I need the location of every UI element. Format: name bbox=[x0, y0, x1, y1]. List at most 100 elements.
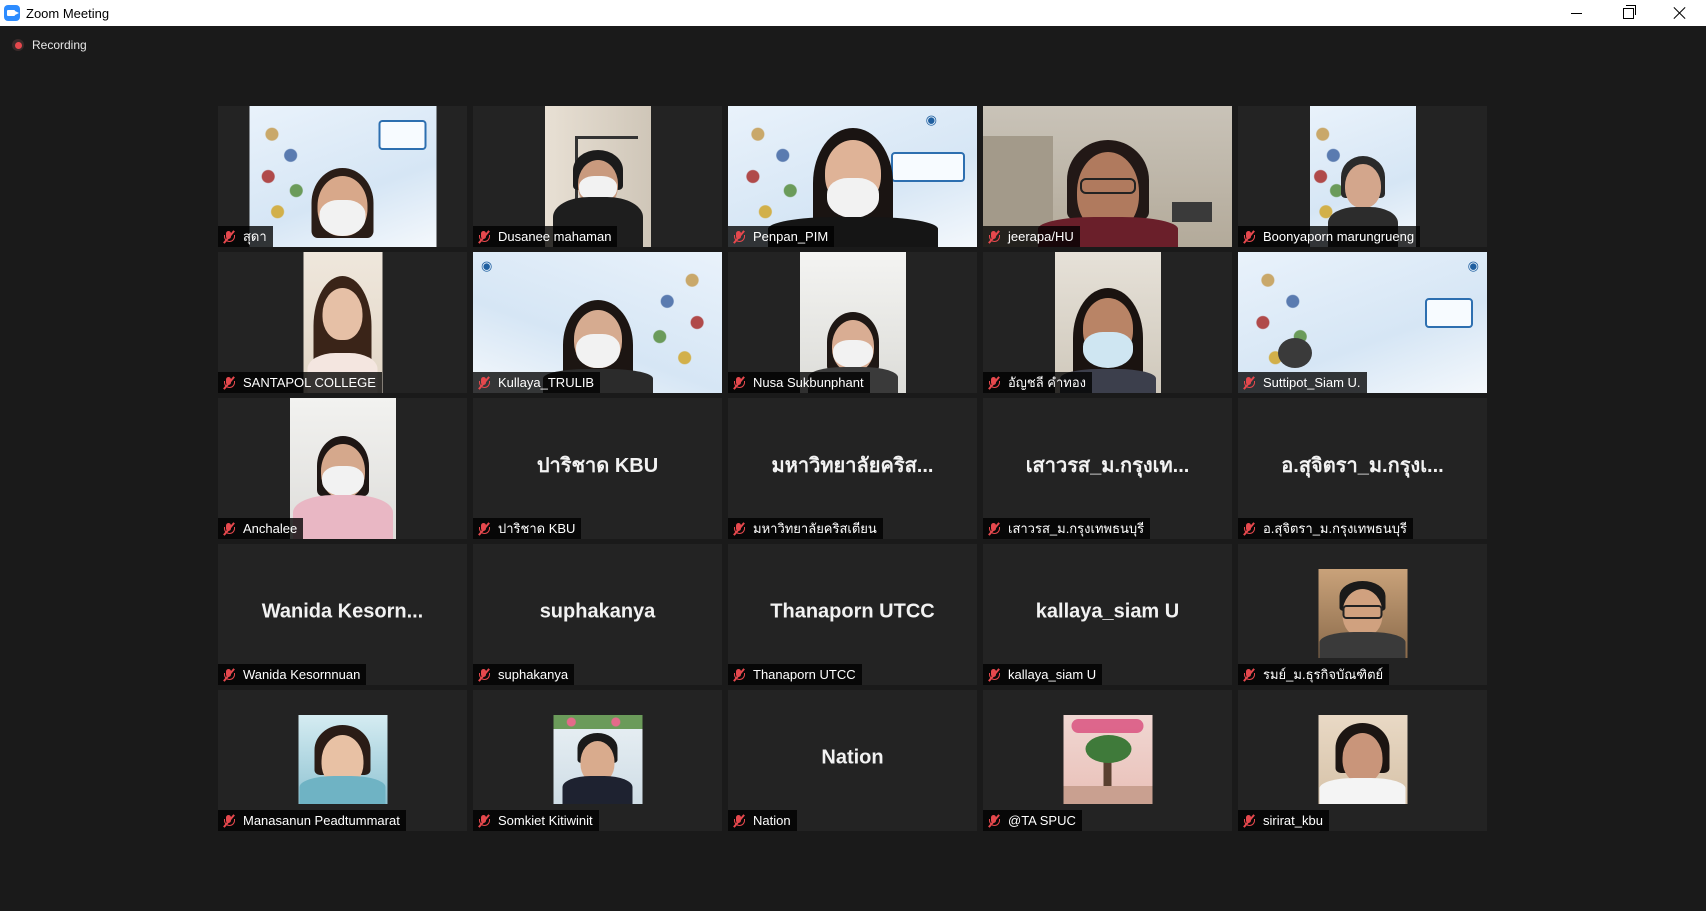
participant-video bbox=[249, 106, 436, 247]
mic-muted-icon bbox=[477, 521, 491, 536]
mic-muted-icon bbox=[1242, 229, 1256, 244]
participant-nameplate: มหาวิทยาลัยคริสเตียน bbox=[728, 518, 883, 539]
participant-nameplate: Kullaya_TRULIB bbox=[473, 372, 601, 393]
participant-name: @TA SPUC bbox=[1008, 813, 1076, 828]
participant-tile[interactable]: อัญชลี คำทอง bbox=[983, 252, 1232, 393]
participant-avatar bbox=[298, 715, 387, 804]
participant-name: Somkiet Kitiwinit bbox=[498, 813, 593, 828]
mic-muted-icon bbox=[987, 229, 1001, 244]
participant-tile[interactable]: ปาริชาด KBU ปาริชาด KBU bbox=[473, 398, 722, 539]
mic-muted-icon bbox=[477, 229, 491, 244]
participant-tile[interactable]: Nusa Sukbunphant bbox=[728, 252, 977, 393]
participant-tile[interactable]: Nation Nation bbox=[728, 690, 977, 831]
close-button[interactable] bbox=[1654, 0, 1706, 26]
participant-tile[interactable]: มหาวิทยาลัยคริส... มหาวิทยาลัยคริสเตียน bbox=[728, 398, 977, 539]
window-title: Zoom Meeting bbox=[26, 5, 110, 21]
mic-muted-icon bbox=[1242, 375, 1256, 390]
participant-tile[interactable]: ◉ Penpan_PIM bbox=[728, 106, 977, 247]
participant-nameplate: Boonyaporn marungrueng bbox=[1238, 226, 1421, 247]
participant-nameplate: @TA SPUC bbox=[983, 810, 1082, 831]
participant-display-name: ปาริชาด KBU bbox=[536, 454, 659, 477]
participant-display-name: เสาวรส_ม.กรุงเท... bbox=[1025, 454, 1190, 477]
recording-dot-icon bbox=[12, 39, 24, 51]
participant-name: SANTAPOL COLLEGE bbox=[243, 375, 376, 390]
participant-name: Wanida Kesornnuan bbox=[243, 667, 361, 682]
participant-tile[interactable]: ◉ Suttipot_Siam U. bbox=[1238, 252, 1487, 393]
close-icon bbox=[1673, 6, 1687, 20]
participant-name: Boonyaporn marungrueng bbox=[1263, 229, 1415, 244]
participant-tile[interactable]: sirirat_kbu bbox=[1238, 690, 1487, 831]
participant-name: Dusanee mahaman bbox=[498, 229, 612, 244]
mic-muted-icon bbox=[732, 375, 746, 390]
participant-name: สุดา bbox=[243, 229, 267, 244]
participant-nameplate: Suttipot_Siam U. bbox=[1238, 372, 1367, 393]
participant-nameplate: Nation bbox=[728, 810, 797, 831]
participant-tile[interactable]: สุดา bbox=[218, 106, 467, 247]
mic-muted-icon bbox=[222, 375, 236, 390]
participant-nameplate: Thanaporn UTCC bbox=[728, 664, 862, 685]
mic-muted-icon bbox=[732, 521, 746, 536]
restore-icon bbox=[1622, 4, 1636, 19]
mic-muted-icon bbox=[1242, 813, 1256, 828]
mic-muted-icon bbox=[987, 667, 1001, 682]
participant-name: อ.สุจิตรา_ม.กรุงเทพธนบุรี bbox=[1263, 521, 1407, 536]
title-bar: Zoom Meeting bbox=[0, 0, 1706, 26]
participant-nameplate: Somkiet Kitiwinit bbox=[473, 810, 599, 831]
participant-avatar bbox=[1318, 715, 1407, 804]
participant-display-name: Nation bbox=[821, 746, 884, 769]
participant-nameplate: Penpan_PIM bbox=[728, 226, 835, 247]
participant-name: รมย์_ม.ธุรกิจบัณฑิตย์ bbox=[1263, 667, 1384, 682]
mic-muted-icon bbox=[222, 813, 236, 828]
participant-name: อัญชลี คำทอง bbox=[1008, 375, 1087, 390]
participant-tile[interactable]: Anchalee bbox=[218, 398, 467, 539]
participant-avatar bbox=[553, 715, 642, 804]
participant-nameplate: Anchalee bbox=[218, 518, 304, 539]
participant-tile[interactable]: Wanida Kesorn... Wanida Kesornnuan bbox=[218, 544, 467, 685]
participant-avatar bbox=[1063, 715, 1152, 804]
mic-muted-icon bbox=[222, 521, 236, 536]
participant-tile[interactable]: Dusanee mahaman bbox=[473, 106, 722, 247]
mic-muted-icon bbox=[1242, 667, 1256, 682]
participant-tile[interactable]: Manasanun Peadtummarat bbox=[218, 690, 467, 831]
participant-tile[interactable]: @TA SPUC bbox=[983, 690, 1232, 831]
participant-display-name: Wanida Kesorn... bbox=[261, 600, 424, 623]
participant-tile[interactable]: Somkiet Kitiwinit bbox=[473, 690, 722, 831]
participant-name: Penpan_PIM bbox=[753, 229, 829, 244]
participant-nameplate: kallaya_siam U bbox=[983, 664, 1103, 685]
mic-muted-icon bbox=[477, 813, 491, 828]
participant-name: ปาริชาด KBU bbox=[498, 521, 576, 536]
participant-tile[interactable]: ◉ Kullaya_TRULIB bbox=[473, 252, 722, 393]
participant-nameplate: Dusanee mahaman bbox=[473, 226, 618, 247]
participant-name: มหาวิทยาลัยคริสเตียน bbox=[753, 521, 877, 536]
participant-name: Thanaporn UTCC bbox=[753, 667, 856, 682]
participant-name: Manasanun Peadtummarat bbox=[243, 813, 400, 828]
participant-nameplate: Wanida Kesornnuan bbox=[218, 664, 367, 685]
participant-tile[interactable]: jeerapa/HU bbox=[983, 106, 1232, 247]
participant-tile[interactable]: Boonyaporn marungrueng bbox=[1238, 106, 1487, 247]
participant-name: sirirat_kbu bbox=[1263, 813, 1323, 828]
participant-name: Suttipot_Siam U. bbox=[1263, 375, 1361, 390]
participant-nameplate: สุดา bbox=[218, 226, 273, 247]
participant-tile[interactable]: Thanaporn UTCC Thanaporn UTCC bbox=[728, 544, 977, 685]
participant-display-name: มหาวิทยาลัยคริส... bbox=[771, 454, 934, 477]
mic-muted-icon bbox=[987, 375, 1001, 390]
mic-muted-icon bbox=[732, 813, 746, 828]
participant-display-name: Thanaporn UTCC bbox=[770, 600, 935, 623]
participant-tile[interactable]: suphakanya suphakanya bbox=[473, 544, 722, 685]
participant-tile[interactable]: kallaya_siam U kallaya_siam U bbox=[983, 544, 1232, 685]
recording-indicator[interactable]: Recording bbox=[12, 38, 87, 52]
participant-nameplate: suphakanya bbox=[473, 664, 575, 685]
participant-tile[interactable]: SANTAPOL COLLEGE bbox=[218, 252, 467, 393]
zoom-app-icon bbox=[4, 5, 20, 21]
restore-button[interactable] bbox=[1602, 0, 1654, 26]
minimize-button[interactable] bbox=[1550, 0, 1602, 26]
mic-muted-icon bbox=[1242, 521, 1256, 536]
mic-muted-icon bbox=[477, 375, 491, 390]
participant-tile[interactable]: อ.สุจิตรา_ม.กรุงเ... อ.สุจิตรา_ม.กรุงเทพ… bbox=[1238, 398, 1487, 539]
participant-tile[interactable]: เสาวรส_ม.กรุงเท... เสาวรส_ม.กรุงเทพธนบุร… bbox=[983, 398, 1232, 539]
mic-muted-icon bbox=[222, 667, 236, 682]
mic-muted-icon bbox=[987, 521, 1001, 536]
participant-name: Kullaya_TRULIB bbox=[498, 375, 595, 390]
participant-tile[interactable]: รมย์_ม.ธุรกิจบัณฑิตย์ bbox=[1238, 544, 1487, 685]
participant-nameplate: Manasanun Peadtummarat bbox=[218, 810, 406, 831]
